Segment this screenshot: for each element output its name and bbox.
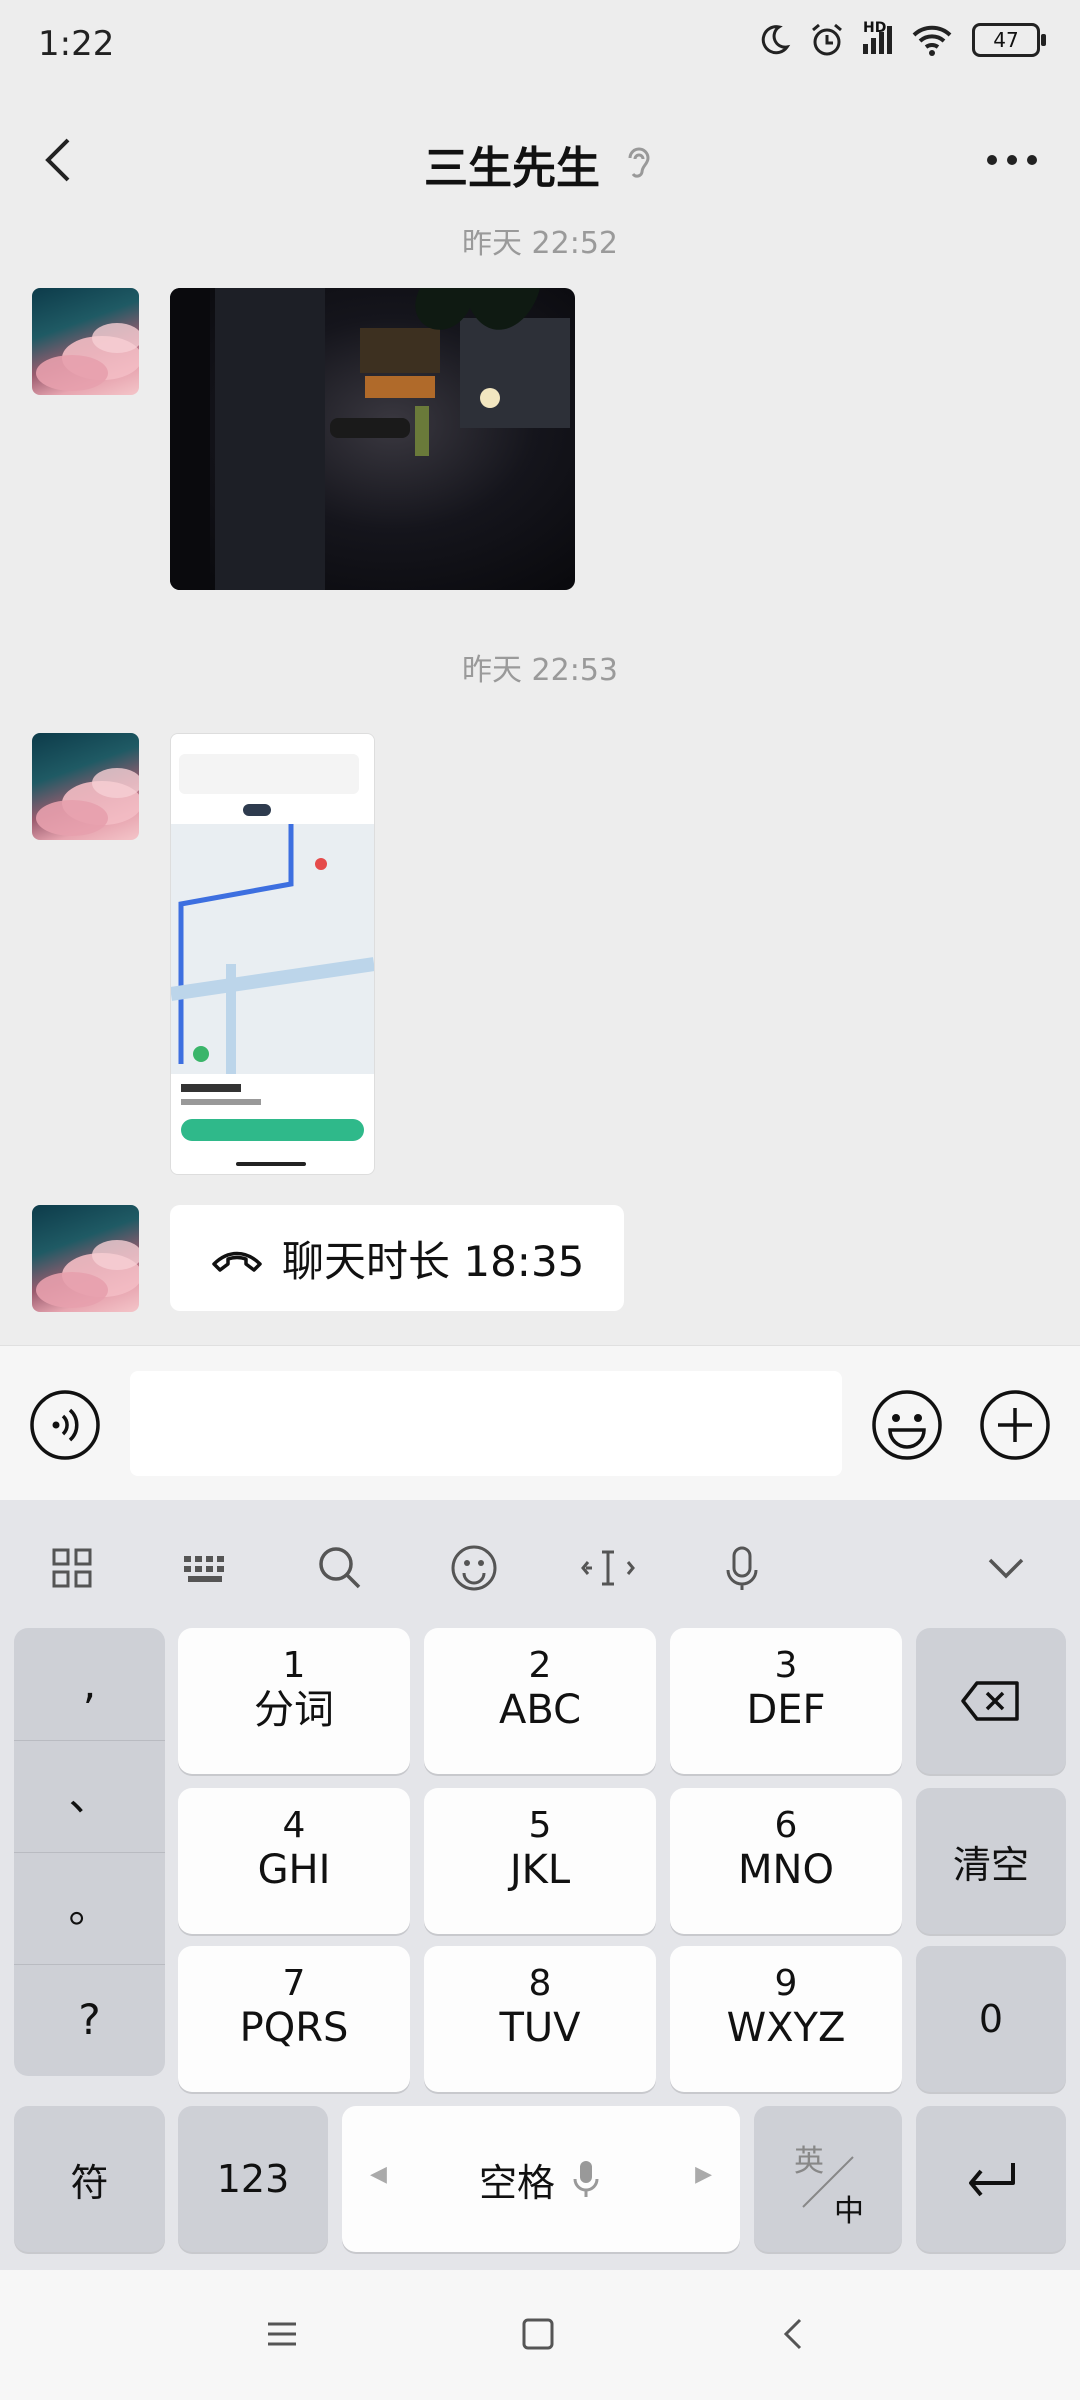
punctuation-key[interactable]: 。 xyxy=(14,1852,165,1965)
home-icon[interactable] xyxy=(518,2314,558,2354)
key-6[interactable]: 6 MNO xyxy=(670,1788,902,1934)
collapse-keyboard-icon[interactable] xyxy=(976,1538,1036,1598)
moon-icon xyxy=(761,25,791,55)
punctuation-key[interactable]: ? xyxy=(14,1964,165,2076)
hd-label: HD xyxy=(863,20,887,36)
input-bar xyxy=(0,1345,1080,1501)
timestamp-partial: 昨天 22:52 xyxy=(462,230,618,261)
chat-title-container: 三生先生 xyxy=(0,132,1080,196)
key-9[interactable]: 9 WXYZ xyxy=(670,1946,902,2092)
key-1[interactable]: 1 分词 xyxy=(178,1628,410,1774)
more-options-icon[interactable] xyxy=(982,140,1042,180)
battery-indicator: 47 xyxy=(972,23,1046,57)
punctuation-key[interactable]: 、 xyxy=(14,1740,165,1853)
system-nav-bar xyxy=(0,2270,1080,2400)
phone-hangup-icon xyxy=(212,1251,262,1272)
chat-title: 三生先生 xyxy=(424,143,600,194)
contact-avatar[interactable] xyxy=(32,288,139,395)
lang-zh-label: 中 xyxy=(834,2194,864,2229)
punctuation-key[interactable]: , xyxy=(14,1628,165,1741)
image-message-map-screenshot[interactable] xyxy=(170,733,375,1175)
space-label: 空格 xyxy=(478,2160,555,2205)
key-3[interactable]: 3 DEF xyxy=(670,1628,902,1774)
backspace-icon xyxy=(961,1681,1019,1721)
space-key[interactable]: ◀ 空格 ▶ xyxy=(342,2106,740,2252)
grid-menu-icon[interactable] xyxy=(42,1538,102,1598)
contact-avatar[interactable] xyxy=(32,733,139,840)
cursor-move-icon[interactable] xyxy=(578,1538,638,1598)
plus-icon[interactable] xyxy=(978,1388,1052,1462)
key-4[interactable]: 4 GHI xyxy=(178,1788,410,1934)
status-icons: HD 47 xyxy=(757,20,1046,58)
voice-input-icon[interactable] xyxy=(28,1388,102,1462)
menu-icon[interactable] xyxy=(262,2314,302,2354)
zero-key[interactable]: 0 xyxy=(916,1946,1066,2092)
call-duration-message[interactable]: 聊天时长 18:35 xyxy=(170,1205,624,1311)
language-switch-key[interactable]: 英 中 xyxy=(754,2106,902,2252)
key-5[interactable]: 5 JKL xyxy=(424,1788,656,1934)
key-2[interactable]: 2 ABC xyxy=(424,1628,656,1774)
symbol-key[interactable]: 符 xyxy=(14,2106,165,2252)
right-arrow-icon: ▶ xyxy=(695,2162,712,2187)
microphone-icon xyxy=(573,2161,599,2197)
call-duration-text: 聊天时长 18:35 xyxy=(282,1236,585,1286)
timestamp: 昨天 22:53 xyxy=(462,653,618,688)
alarm-icon xyxy=(812,23,842,56)
microphone-icon[interactable] xyxy=(712,1538,772,1598)
enter-key[interactable] xyxy=(916,2106,1066,2252)
clear-key[interactable]: 清空 xyxy=(916,1788,1066,1934)
left-arrow-icon: ◀ xyxy=(370,2162,387,2187)
search-icon[interactable] xyxy=(310,1538,370,1598)
contact-avatar[interactable] xyxy=(32,1205,139,1312)
chat-message-list[interactable]: 昨天 22:52 昨天 22:53 聊天时长 18:35 xyxy=(0,230,1080,1345)
signal-icon: HD xyxy=(863,20,892,54)
message-input[interactable] xyxy=(130,1371,842,1476)
ear-icon xyxy=(628,147,650,178)
status-time: 1:22 xyxy=(38,24,115,64)
key-8[interactable]: 8 TUV xyxy=(424,1946,656,2092)
status-bar: 1:22 HD 47 xyxy=(0,0,1080,90)
back-icon[interactable] xyxy=(774,2314,814,2354)
key-7[interactable]: 7 PQRS xyxy=(178,1946,410,2092)
backspace-key[interactable] xyxy=(916,1628,1066,1774)
punctuation-column: , 、 。 ? xyxy=(14,1628,165,2076)
numeric-key[interactable]: 123 xyxy=(178,2106,328,2252)
wifi-icon xyxy=(912,25,952,56)
enter-icon xyxy=(969,2163,1015,2197)
keyboard-layout-icon[interactable] xyxy=(176,1538,236,1598)
emoji-icon[interactable] xyxy=(444,1538,504,1598)
chat-header: 三生先生 xyxy=(0,90,1080,230)
image-message-night-street[interactable] xyxy=(170,288,575,590)
emoji-icon[interactable] xyxy=(870,1388,944,1462)
ime-keyboard: , 、 。 ? 1 分词 2 ABC 3 DEF 4 GHI 5 JKL 6 MNO 7 PQ… xyxy=(0,1500,1080,2270)
